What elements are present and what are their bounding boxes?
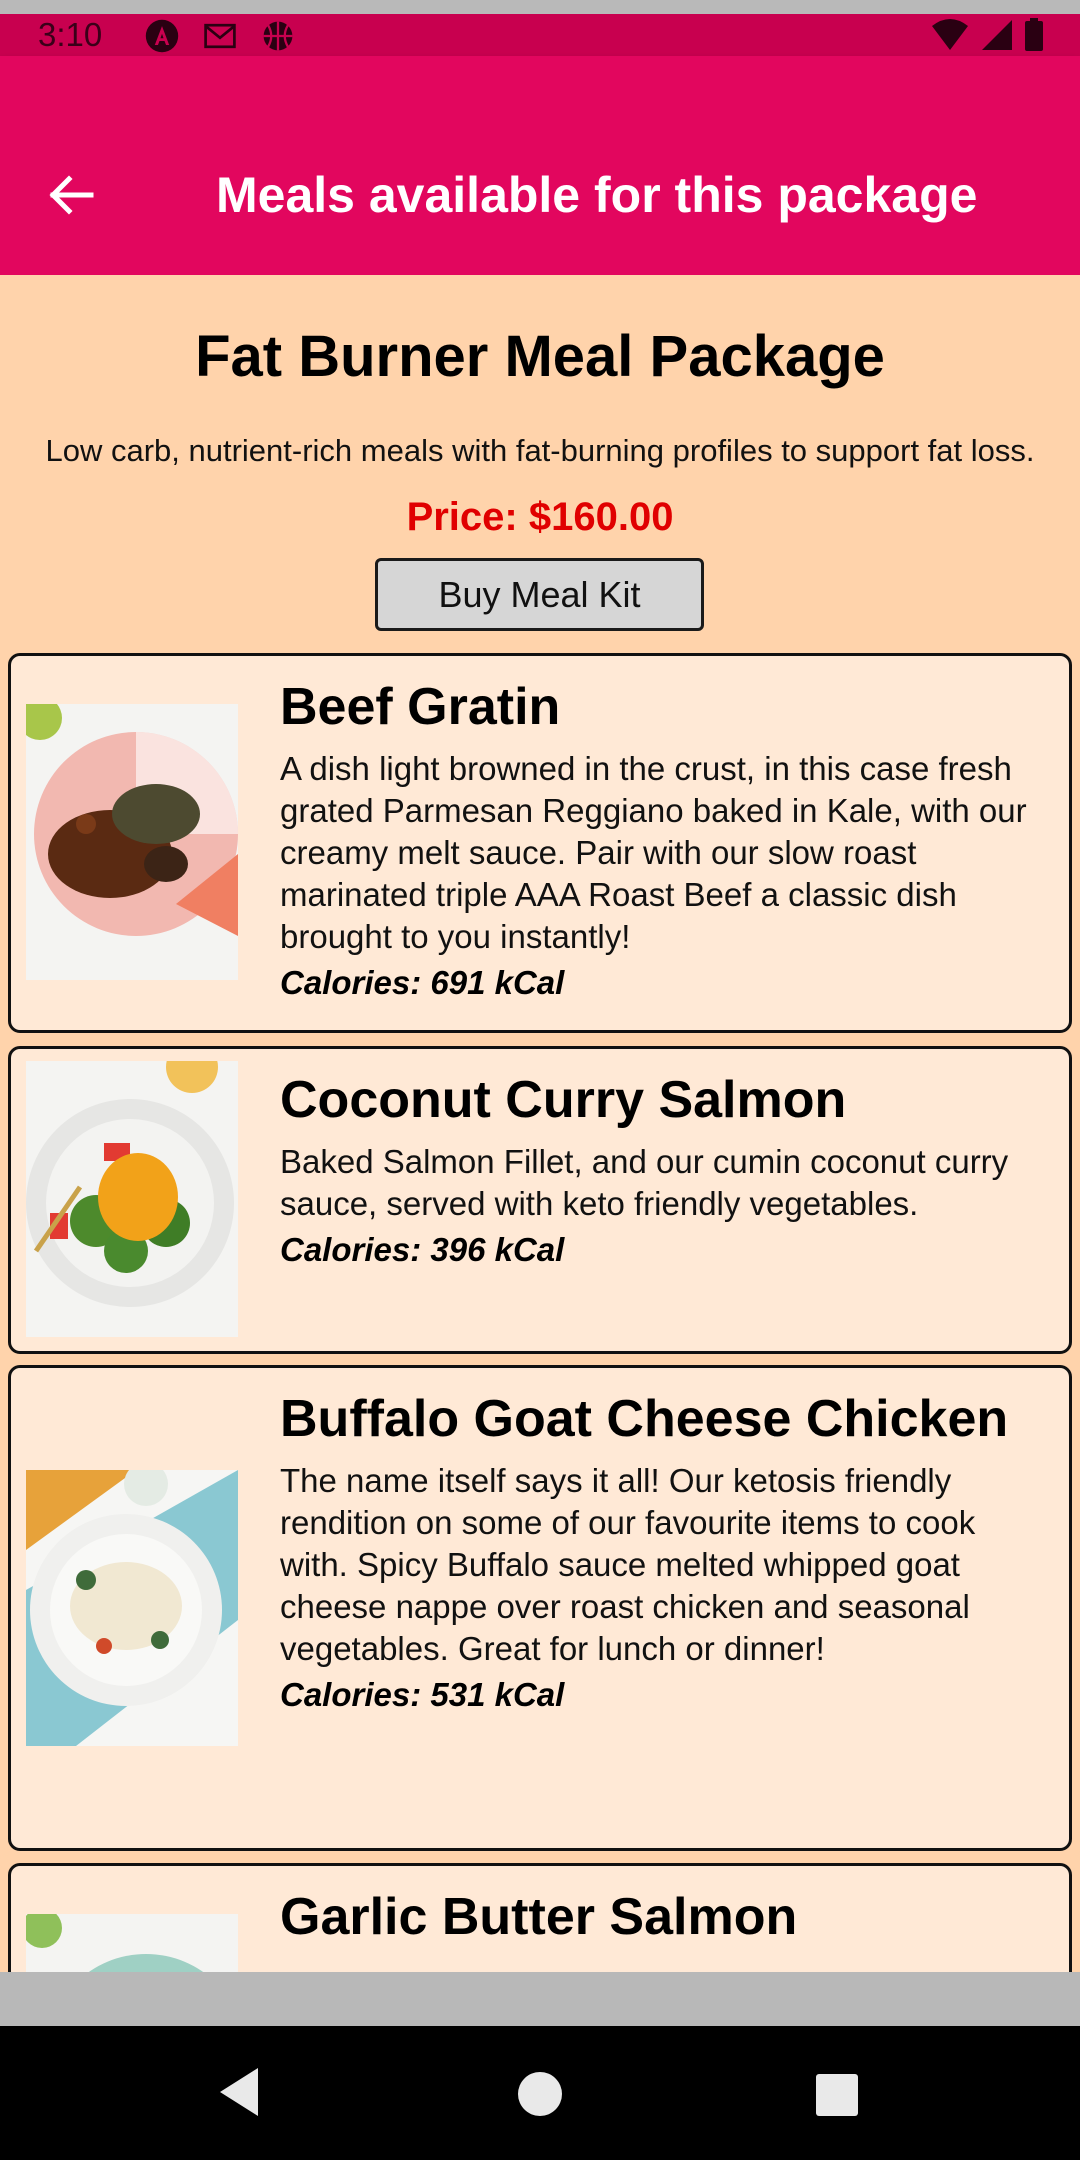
nav-home-icon[interactable] (518, 2072, 562, 2116)
wifi-icon (932, 19, 968, 50)
gmail-icon (204, 23, 236, 49)
meal-description: Baked Salmon Fillet, and our cumin cocon… (280, 1143, 1009, 1222)
meal-card[interactable]: Garlic Butter Salmon (8, 1863, 1072, 1972)
meal-description: The name itself says it all! Our ketosis… (280, 1462, 976, 1667)
screen-top-edge (0, 0, 1080, 14)
nav-recents-icon[interactable] (816, 2074, 858, 2116)
meal-info: Garlic Butter Salmon (280, 1886, 1040, 1958)
meal-photo-buffalo-goat-cheese-chicken (26, 1470, 238, 1746)
status-bar: 3:10 (0, 14, 1080, 56)
system-status-icons (930, 18, 1044, 52)
meal-description: A dish light browned in the crust, in th… (280, 750, 1027, 955)
signal-icon (982, 20, 1012, 50)
arrow-left-icon (49, 175, 94, 215)
meal-photo-beef-gratin (26, 704, 238, 980)
battery-icon (1025, 18, 1043, 51)
buy-meal-kit-button[interactable]: Buy Meal Kit (375, 558, 704, 631)
page-title: Meals available for this package (216, 167, 978, 223)
meal-list-scroll[interactable]: Fat Burner Meal Package Low carb, nutrie… (0, 275, 1080, 1972)
back-button[interactable] (36, 160, 106, 230)
meal-calories: Calories: 691 kCal (280, 964, 565, 1001)
meal-calories: Calories: 531 kCal (280, 1676, 565, 1713)
meal-info: Beef Gratin A dish light browned in the … (280, 676, 1040, 1004)
meal-card[interactable]: Coconut Curry Salmon Baked Salmon Fillet… (8, 1046, 1072, 1354)
meal-info: Buffalo Goat Cheese Chicken The name its… (280, 1388, 1040, 1716)
meal-info: Coconut Curry Salmon Baked Salmon Fillet… (280, 1069, 1040, 1271)
notification-icons (142, 18, 298, 54)
meal-photo-garlic-butter-salmon (26, 1914, 238, 1972)
meal-name: Garlic Butter Salmon (280, 1888, 798, 1946)
package-description: Low carb, nutrient-rich meals with fat-b… (45, 433, 1035, 468)
nav-back-icon[interactable] (216, 2066, 262, 2118)
package-title: Fat Burner Meal Package (195, 324, 885, 389)
meal-card[interactable]: Beef Gratin A dish light browned in the … (8, 653, 1072, 1033)
package-price: Price: $160.00 (406, 495, 674, 539)
meal-card[interactable]: Buffalo Goat Cheese Chicken The name its… (8, 1365, 1072, 1851)
meal-name: Beef Gratin (280, 678, 561, 736)
meal-photo-coconut-curry-salmon (26, 1061, 238, 1337)
basketball-icon (263, 21, 293, 51)
status-time: 3:10 (38, 16, 103, 53)
meal-name: Coconut Curry Salmon (280, 1071, 847, 1129)
nav-separator (0, 1972, 1080, 2026)
meal-calories: Calories: 396 kCal (280, 1231, 565, 1268)
navigation-bar (0, 2026, 1080, 2160)
angular-icon (145, 19, 179, 53)
meal-name: Buffalo Goat Cheese Chicken (280, 1390, 1009, 1448)
